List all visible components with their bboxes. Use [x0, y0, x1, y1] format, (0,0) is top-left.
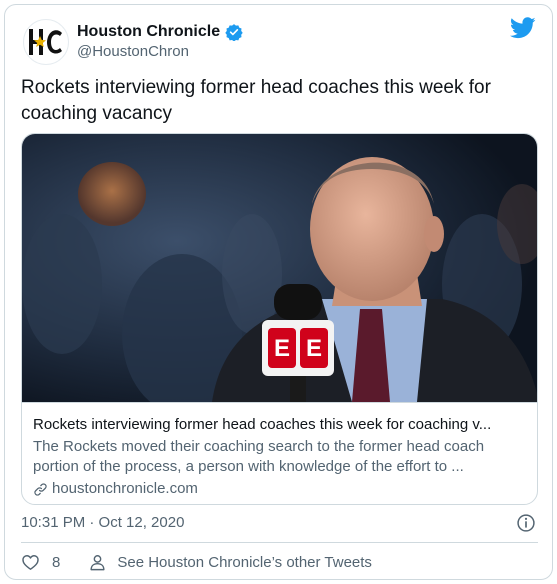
card-body[interactable]: Rockets interviewing former head coaches…: [22, 402, 537, 504]
twitter-bird-icon[interactable]: [510, 17, 536, 39]
card-title[interactable]: Rockets interviewing former head coaches…: [33, 415, 527, 435]
like-count: 8: [52, 554, 61, 571]
card-description: The Rockets moved their coaching search …: [33, 438, 485, 475]
avatar[interactable]: [23, 19, 69, 65]
espn-mic-flag-letter-left: E: [274, 335, 290, 362]
author-display-name[interactable]: Houston Chronicle: [77, 23, 220, 41]
author-handle[interactable]: @HoustonChron: [77, 43, 189, 60]
card-image[interactable]: E E: [22, 134, 538, 402]
tweet-text: Rockets interviewing former head coaches…: [21, 77, 491, 124]
info-icon[interactable]: [516, 513, 536, 533]
author-name-row[interactable]: Houston Chronicle: [77, 23, 243, 41]
see-other-tweets-label[interactable]: See Houston Chronicle’s other Tweets: [117, 554, 372, 571]
espn-mic-flag-letter-right: E: [306, 335, 322, 362]
like-button[interactable]: 8: [21, 553, 60, 572]
verified-badge-icon: [225, 24, 243, 41]
see-other-tweets-link[interactable]: See Houston Chronicle’s other Tweets: [88, 553, 372, 572]
divider: [21, 542, 538, 543]
tweet-timestamp[interactable]: 10:31 PM · Oct 12, 2020: [21, 514, 184, 531]
tweet-actions: 8 See Houston Chronicle’s other Tweets: [21, 553, 372, 572]
heart-icon: [22, 555, 39, 570]
tweet-embed: Houston Chronicle @HoustonChron Rockets …: [4, 4, 553, 580]
card-domain[interactable]: houstonchronicle.com: [33, 479, 528, 499]
link-preview-card[interactable]: E E Rockets interviewing former head coa…: [21, 133, 538, 505]
link-icon: [34, 482, 47, 496]
person-icon: [90, 555, 105, 571]
card-domain-text[interactable]: houstonchronicle.com: [52, 479, 198, 499]
houston-chronicle-logo-icon: [29, 29, 62, 55]
